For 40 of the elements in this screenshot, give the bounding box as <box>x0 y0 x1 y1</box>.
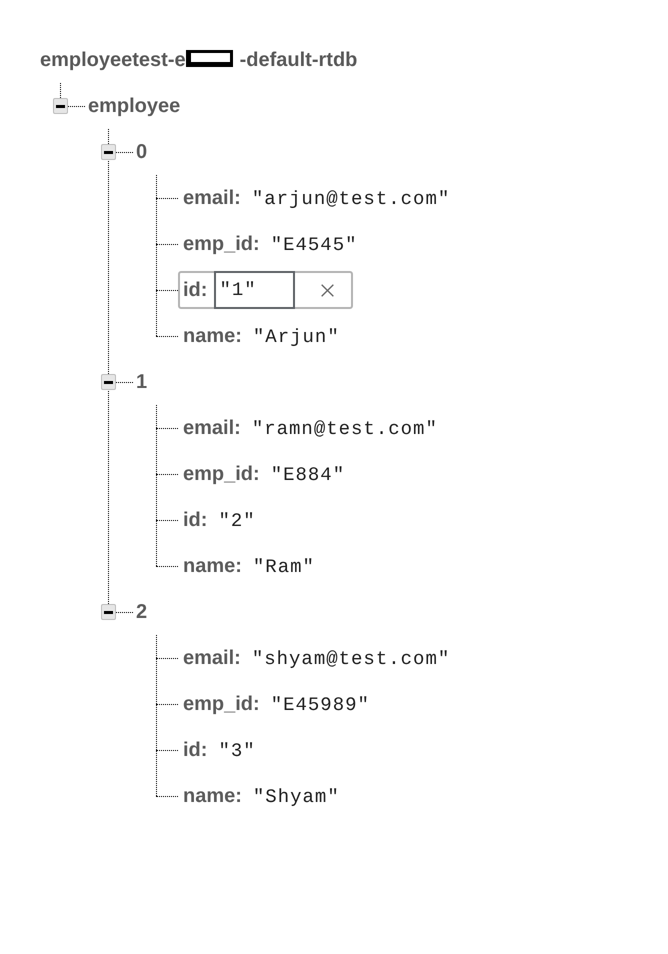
node-label[interactable]: 0 <box>136 140 148 164</box>
field-key: emp_id: <box>183 692 260 716</box>
field-value[interactable]: "Ram" <box>252 556 315 578</box>
value-input[interactable]: "1" <box>214 271 296 309</box>
field-key: emp_id: <box>183 232 260 256</box>
field-key: name: <box>183 784 242 808</box>
field-key: email: <box>183 186 241 210</box>
field-key: name: <box>183 324 242 348</box>
node-label[interactable]: 2 <box>136 600 148 624</box>
field-key: email: <box>183 646 241 670</box>
minus-icon <box>104 150 113 154</box>
collapse-toggle[interactable] <box>53 98 68 114</box>
field-key: id: <box>183 278 208 302</box>
field-value[interactable]: "E4545" <box>270 234 358 256</box>
minus-icon <box>56 104 65 108</box>
field-key: id: <box>183 738 208 762</box>
database-name-suffix: -default-rtdb <box>240 48 358 72</box>
collapse-toggle[interactable] <box>101 604 116 620</box>
field-key: email: <box>183 416 241 440</box>
collapse-toggle[interactable] <box>101 144 116 160</box>
close-icon <box>321 284 334 296</box>
database-name: employeetest-e <box>40 48 186 72</box>
field-value[interactable]: "3" <box>218 740 256 762</box>
field-value[interactable]: "E45989" <box>270 694 370 716</box>
minus-icon <box>104 380 113 384</box>
collapse-toggle[interactable] <box>101 374 116 390</box>
field-value[interactable]: "Arjun" <box>252 326 340 348</box>
field-value[interactable]: "2" <box>218 510 256 532</box>
field-value[interactable]: "E884" <box>270 464 346 486</box>
node-label[interactable]: 1 <box>136 370 148 394</box>
node-label[interactable]: employee <box>88 94 180 118</box>
field-value[interactable]: "ramn@test.com" <box>252 418 438 440</box>
field-value[interactable]: "shyam@test.com" <box>252 648 450 670</box>
minus-icon <box>104 610 113 614</box>
field-value[interactable]: "arjun@test.com" <box>252 188 450 210</box>
field-key: id: <box>183 508 208 532</box>
delete-button[interactable] <box>321 284 334 296</box>
field-key: emp_id: <box>183 462 260 486</box>
field-value[interactable]: "Shyam" <box>252 786 340 808</box>
field-key: name: <box>183 554 242 578</box>
